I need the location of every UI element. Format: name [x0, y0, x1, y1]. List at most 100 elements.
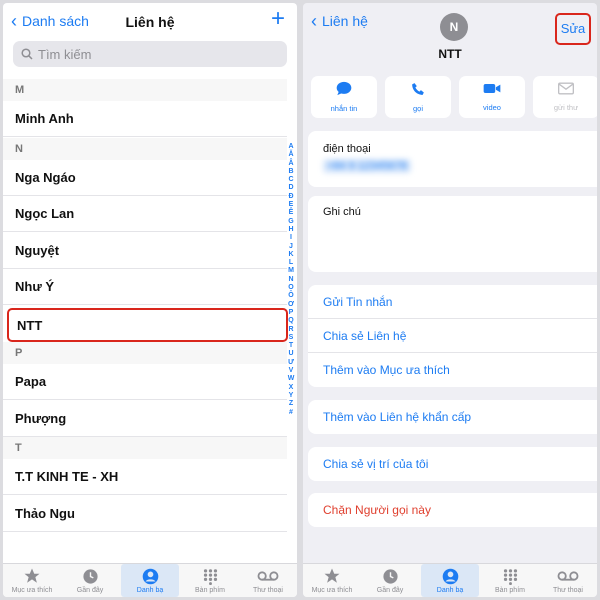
location-group: Chia sẻ vị trí của tôi: [308, 447, 597, 481]
message-icon: [336, 81, 352, 101]
action-label: video: [483, 103, 501, 112]
phone-value[interactable]: +84 9 12345678: [323, 159, 411, 173]
index-letter[interactable]: N: [288, 276, 293, 284]
person-icon: [442, 567, 459, 585]
clock-icon: [82, 567, 99, 585]
contact-row[interactable]: T.T KINH TE - XH: [3, 459, 287, 495]
tab-keypad[interactable]: Bàn phím: [481, 564, 539, 597]
contact-action-item[interactable]: Gửi Tin nhắn: [308, 285, 597, 319]
index-letter[interactable]: Q: [288, 317, 293, 325]
contact-row[interactable]: Thảo Ngu: [3, 496, 287, 532]
index-letter[interactable]: V: [289, 367, 294, 375]
contact-row[interactable]: Nguyệt: [3, 233, 287, 269]
index-letter[interactable]: Ô: [288, 292, 293, 300]
index-letter[interactable]: Z: [289, 400, 293, 408]
index-letter[interactable]: #: [289, 409, 293, 417]
phone-label: điện thoại: [323, 143, 371, 155]
add-emergency-contact-button[interactable]: Thêm vào Liên hệ khẩn cấp: [308, 400, 597, 434]
action-message-button[interactable]: nhắn tin: [311, 76, 377, 118]
notes-label: Ghi chú: [323, 206, 361, 218]
tab-person[interactable]: Danh bạ: [121, 564, 179, 597]
tab-star[interactable]: Mục ưa thích: [3, 564, 61, 597]
action-label: nhắn tin: [330, 104, 358, 113]
tab-star[interactable]: Mục ưa thích: [303, 564, 361, 597]
index-letter[interactable]: Đ: [288, 193, 293, 201]
index-letter[interactable]: X: [289, 384, 294, 392]
contacts-list-screen: ‹ Danh sách Liên hệ + MMinh AnhNNga Ngáo…: [3, 3, 297, 597]
video-icon: [483, 82, 501, 100]
contact-action-item[interactable]: Thêm vào Mục ưa thích: [308, 353, 597, 387]
index-letter[interactable]: M: [288, 267, 294, 275]
tab-clock[interactable]: Gần đây: [61, 564, 119, 597]
block-group: Chặn Người gọi này: [308, 493, 597, 527]
action-phone-button[interactable]: gọi: [385, 76, 451, 118]
share-location-button[interactable]: Chia sẻ vị trí của tôi: [308, 447, 597, 481]
index-letter[interactable]: Â: [288, 160, 293, 168]
contact-row[interactable]: Ngọc Lan: [3, 196, 287, 232]
section-header: N: [3, 137, 287, 160]
voicemail-icon: [257, 567, 279, 585]
action-label: gọi: [412, 103, 423, 113]
index-letter[interactable]: L: [289, 259, 293, 267]
index-letter[interactable]: I: [290, 234, 292, 242]
tab-clock[interactable]: Gần đây: [361, 564, 419, 597]
star-icon: [23, 567, 41, 585]
contact-row[interactable]: Papa: [3, 364, 287, 400]
contact-action-item[interactable]: Chia sẻ Liên hệ: [308, 319, 597, 353]
section-header: T: [3, 437, 287, 459]
star-icon: [323, 567, 341, 585]
section-header: P: [3, 342, 287, 364]
alphabet-index[interactable]: A Ă Â B C D Đ E Ê G H I J K L M N O Ô Ơ P Q R S T U Ư V W X Y Z #: [285, 143, 297, 417]
index-letter[interactable]: Ă: [288, 151, 293, 159]
keypad-icon: [502, 567, 519, 585]
back-button[interactable]: ‹ Liên hệ: [311, 11, 368, 31]
index-letter[interactable]: H: [288, 226, 293, 234]
index-letter[interactable]: Ê: [289, 209, 294, 217]
index-letter[interactable]: B: [288, 168, 293, 176]
contact-row[interactable]: Phượng: [3, 401, 287, 437]
back-label: Liên hệ: [322, 13, 368, 29]
tab-keypad[interactable]: Bàn phím: [181, 564, 239, 597]
search-input[interactable]: [38, 46, 238, 62]
emergency-group: Thêm vào Liên hệ khẩn cấp: [308, 400, 597, 434]
tab-label: Gần đây: [76, 587, 104, 594]
contact-row[interactable]: Như Ý: [3, 269, 287, 305]
index-letter[interactable]: T: [289, 342, 293, 350]
index-letter[interactable]: U: [288, 350, 293, 358]
contact-detail-screen: ‹ Liên hệ N NTT Sửa nhắn tin gọi video gửi …: [303, 3, 597, 597]
index-letter[interactable]: C: [288, 176, 293, 184]
contact-row[interactable]: Nga Ngáo: [3, 160, 287, 196]
avatar: N: [440, 13, 468, 41]
phone-card[interactable]: điện thoại +84 9 12345678: [308, 131, 597, 187]
notes-card[interactable]: Ghi chú: [308, 196, 597, 272]
tab-person[interactable]: Danh bạ: [421, 564, 479, 597]
index-letter[interactable]: W: [288, 375, 295, 383]
tab-label: Mục ưa thích: [11, 587, 53, 594]
back-button[interactable]: ‹ Danh sách: [11, 12, 89, 30]
index-letter[interactable]: K: [288, 251, 293, 259]
action-video-button[interactable]: video: [459, 76, 525, 118]
index-letter[interactable]: J: [289, 243, 293, 251]
edit-button[interactable]: Sửa: [555, 13, 591, 45]
tab-voicemail[interactable]: Thư thoại: [239, 564, 297, 597]
index-letter[interactable]: Ư: [288, 359, 294, 367]
search-bar[interactable]: [13, 41, 287, 67]
index-letter[interactable]: D: [288, 184, 293, 192]
index-letter[interactable]: Y: [289, 392, 294, 400]
chevron-left-icon: ‹: [311, 11, 317, 31]
index-letter[interactable]: Ơ: [288, 301, 294, 309]
contact-row[interactable]: Minh Anh: [3, 101, 287, 137]
tab-voicemail[interactable]: Thư thoại: [539, 564, 597, 597]
index-letter[interactable]: R: [288, 326, 293, 334]
keypad-icon: [202, 567, 219, 585]
section-header: M: [3, 79, 287, 101]
person-icon: [142, 567, 159, 585]
action-mail-button[interactable]: gửi thư: [533, 76, 597, 118]
index-letter[interactable]: G: [288, 218, 293, 226]
contact-row[interactable]: NTT: [7, 307, 288, 342]
block-caller-button[interactable]: Chặn Người gọi này: [308, 493, 597, 527]
contact-actions-group: Gửi Tin nhắn Chia sẻ Liên hệ Thêm vào Mục …: [308, 285, 597, 387]
index-letter[interactable]: S: [289, 334, 294, 342]
add-contact-button[interactable]: +: [271, 7, 285, 31]
index-letter[interactable]: P: [289, 309, 294, 317]
